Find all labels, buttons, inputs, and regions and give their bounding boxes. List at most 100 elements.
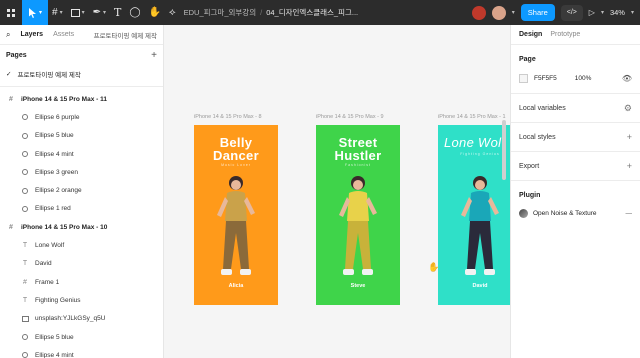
text-icon: T bbox=[22, 260, 28, 268]
zoom-level[interactable]: 34% bbox=[610, 8, 625, 17]
layer-item[interactable]: Ellipse 4 mint bbox=[0, 346, 163, 358]
local-styles-row[interactable]: Local styles + bbox=[519, 123, 632, 151]
layer-label: Frame 1 bbox=[35, 278, 60, 286]
checkmark-icon: ✓ bbox=[6, 71, 12, 78]
page-item-label: 프로토타이핑 예제 제작 bbox=[17, 72, 81, 79]
phone-frame[interactable]: Belly Dancer Music Lover Alicia bbox=[194, 125, 278, 305]
layer-item[interactable]: T Lone Wolf bbox=[0, 236, 163, 254]
tab-layers[interactable]: Layers bbox=[20, 31, 43, 38]
layer-item[interactable]: T David bbox=[0, 255, 163, 273]
add-page-icon[interactable]: + bbox=[151, 50, 157, 61]
add-export-icon[interactable]: + bbox=[627, 161, 632, 171]
frame-label[interactable]: iPhone 14 & 15 Pro Max - 8 bbox=[194, 114, 262, 120]
layers-panel: ⌕ Layers Assets 프로토타이핑 예제 제작 Pages + ✓ 프… bbox=[0, 25, 164, 358]
chevron-down-icon[interactable]: ▾ bbox=[631, 9, 634, 16]
character-name: Steve bbox=[350, 283, 366, 289]
layer-item[interactable]: Ellipse 3 green bbox=[0, 163, 163, 181]
project-dropdown[interactable]: 프로토타이핑 예제 제작 bbox=[94, 30, 157, 40]
tab-assets[interactable]: Assets bbox=[53, 31, 74, 38]
design-panel: Design Prototype Page F5F5F5 100% 👁 Loca… bbox=[510, 25, 640, 358]
plugin-item[interactable]: Open Noise & Texture — bbox=[519, 203, 632, 223]
figma-menu-icon[interactable] bbox=[0, 0, 22, 25]
frame-icon: # bbox=[52, 7, 58, 18]
layer-label: David bbox=[35, 260, 52, 268]
layer-label: Ellipse 6 purple bbox=[35, 113, 80, 121]
phone-frame[interactable]: Street Hustler Fashionist Steve bbox=[316, 125, 400, 305]
layer-item[interactable]: Ellipse 1 red bbox=[0, 200, 163, 218]
file-title[interactable]: EDU_피그마_외부강의 / 04_디자인엑스클래스_피그... bbox=[184, 7, 359, 18]
local-styles-section: Local styles + bbox=[511, 123, 640, 152]
present-icon[interactable]: ▷ bbox=[589, 8, 595, 17]
top-toolbar: ▾ # ▾ ▾ ✒ ▾ T ◯ ✋ ⟡ EDU_피그마_외부강의 / 04_디자인엑… bbox=[0, 0, 640, 25]
layer-item[interactable]: Ellipse 6 purple bbox=[0, 108, 163, 126]
local-variables-label: Local variables bbox=[519, 104, 566, 112]
frame-icon: # bbox=[23, 278, 27, 286]
layer-frame[interactable]: # iPhone 14 & 15 Pro Max - 10 bbox=[0, 218, 163, 236]
export-section: Export + bbox=[511, 152, 640, 181]
layer-label: Ellipse 5 blue bbox=[35, 132, 74, 140]
actions-tool-button[interactable]: ⟡ bbox=[165, 0, 180, 25]
tab-design[interactable]: Design bbox=[519, 31, 542, 38]
export-row[interactable]: Export + bbox=[519, 152, 632, 180]
image-icon bbox=[20, 315, 30, 322]
character-illustration bbox=[217, 176, 255, 275]
shape-tool-button[interactable]: ▾ bbox=[67, 0, 89, 25]
ellipse-icon bbox=[20, 151, 30, 158]
layer-item[interactable]: Ellipse 5 blue bbox=[0, 328, 163, 346]
ellipse-icon bbox=[20, 352, 30, 358]
character-illustration bbox=[461, 176, 499, 275]
layer-item[interactable]: Ellipse 4 mint bbox=[0, 145, 163, 163]
phone-frame[interactable]: Lone Wol Fighting Genius David bbox=[438, 125, 510, 305]
layer-item[interactable]: # Frame 1 bbox=[0, 273, 163, 291]
ellipse-icon bbox=[20, 205, 30, 212]
character-illustration bbox=[339, 176, 377, 275]
layer-item[interactable]: unsplash:YJLkGSy_q5U bbox=[0, 310, 163, 328]
canvas-scrollbar[interactable] bbox=[502, 120, 506, 180]
sliders-icon[interactable]: ⚙ bbox=[624, 103, 632, 114]
layer-item[interactable]: Ellipse 2 orange bbox=[0, 181, 163, 199]
file-name[interactable]: 04_디자인엑스클래스_피그... bbox=[266, 7, 358, 18]
share-button[interactable]: Share bbox=[520, 4, 555, 21]
frame-subtitle: Fighting Genius bbox=[460, 152, 500, 156]
move-tool-button[interactable]: ▾ bbox=[22, 0, 48, 25]
color-swatch[interactable] bbox=[519, 73, 528, 83]
layer-item[interactable]: Ellipse 5 blue bbox=[0, 127, 163, 145]
layer-label: Ellipse 5 blue bbox=[35, 333, 74, 341]
page-opacity-value[interactable]: 100% bbox=[575, 75, 592, 82]
page-color-value[interactable]: F5F5F5 bbox=[534, 75, 557, 82]
avatar[interactable] bbox=[491, 5, 506, 20]
plugin-section: Plugin Open Noise & Texture — bbox=[511, 181, 640, 223]
avatar[interactable] bbox=[471, 5, 486, 20]
tab-prototype[interactable]: Prototype bbox=[550, 31, 580, 38]
frame-label[interactable]: iPhone 14 & 15 Pro Max - 1 bbox=[438, 114, 506, 120]
local-variables-row[interactable]: Local variables ⚙ bbox=[519, 94, 632, 122]
chevron-down-icon[interactable]: ▾ bbox=[601, 9, 604, 16]
remove-plugin-icon[interactable]: — bbox=[626, 210, 633, 217]
divider bbox=[0, 86, 163, 87]
comment-tool-button[interactable]: ◯ bbox=[125, 0, 144, 25]
search-icon[interactable]: ⌕ bbox=[6, 30, 10, 40]
text-tool-button[interactable]: T bbox=[110, 0, 125, 25]
project-name[interactable]: EDU_피그마_외부강의 bbox=[184, 7, 256, 18]
pen-tool-button[interactable]: ✒ ▾ bbox=[89, 0, 110, 25]
add-style-icon[interactable]: + bbox=[627, 132, 632, 142]
eye-icon[interactable]: 👁 bbox=[622, 74, 632, 83]
ellipse-icon bbox=[20, 114, 30, 121]
frame-title-line-2: Dancer bbox=[213, 148, 259, 163]
page-color-row[interactable]: F5F5F5 100% 👁 bbox=[519, 69, 632, 87]
frame-label[interactable]: iPhone 14 & 15 Pro Max - 9 bbox=[316, 114, 384, 120]
layer-frame[interactable]: # iPhone 14 & 15 Pro Max - 11 bbox=[0, 90, 163, 108]
hand-tool-button[interactable]: ✋ bbox=[145, 0, 165, 25]
plugin-name: Open Noise & Texture bbox=[533, 209, 597, 217]
figma-editor: ▾ # ▾ ▾ ✒ ▾ T ◯ ✋ ⟡ EDU_피그마_외부강의 / 04_디자인엑… bbox=[0, 0, 640, 358]
frame-subtitle: Music Lover bbox=[221, 163, 251, 167]
frame-tool-button[interactable]: # ▾ bbox=[48, 0, 67, 25]
left-panel-tabs: ⌕ Layers Assets 프로토타이핑 예제 제작 bbox=[0, 25, 163, 45]
canvas[interactable]: iPhone 14 & 15 Pro Max - 8 Belly Dancer Mus… bbox=[164, 25, 510, 358]
layer-item[interactable]: T Fighting Genius bbox=[0, 291, 163, 309]
dev-mode-button[interactable]: </> bbox=[560, 4, 583, 21]
ellipse-icon bbox=[20, 187, 30, 194]
title-separator: / bbox=[260, 8, 263, 17]
chevron-down-icon[interactable]: ▾ bbox=[512, 9, 515, 16]
page-item[interactable]: ✓ 프로토타이핑 예제 제작 bbox=[0, 65, 163, 83]
